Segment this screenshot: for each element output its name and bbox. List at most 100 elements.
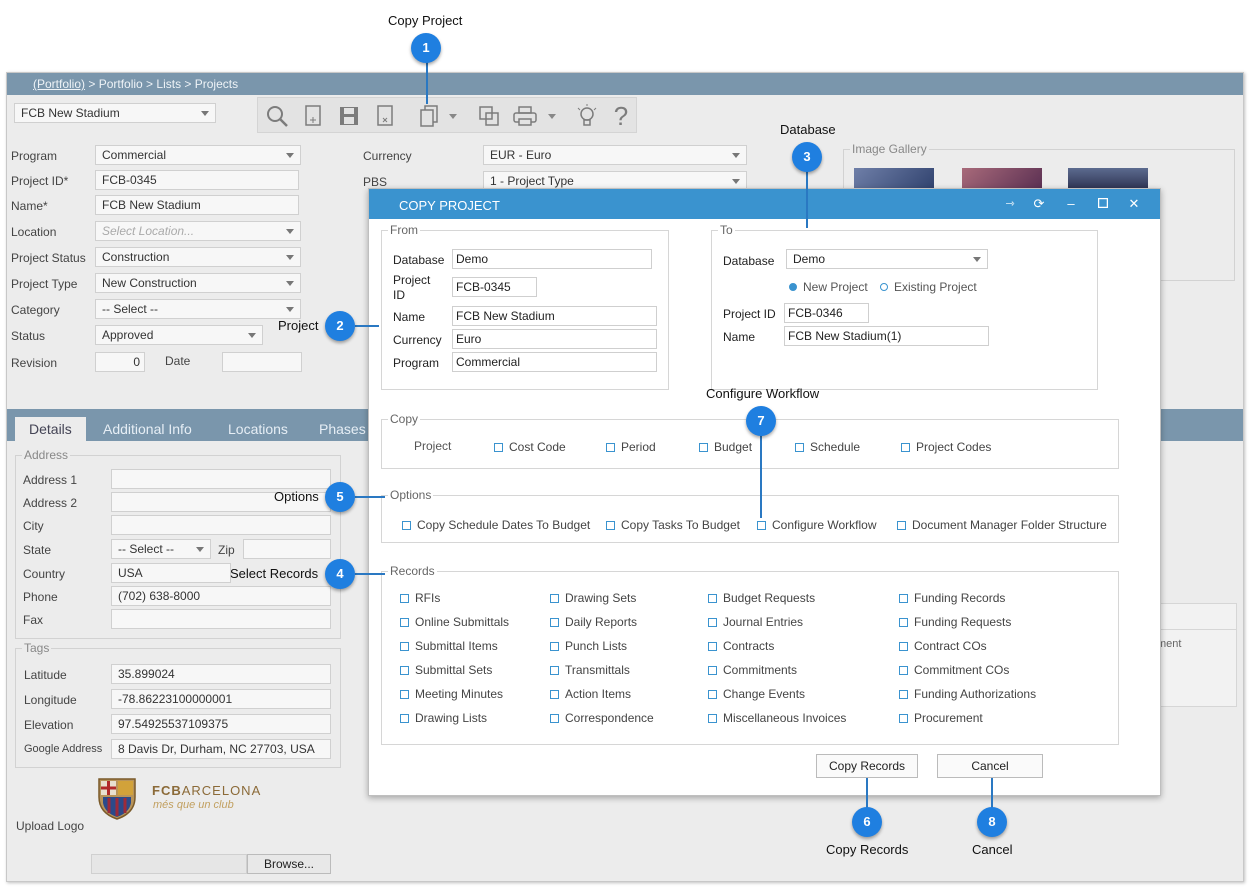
project-status-field[interactable]: Construction (95, 247, 301, 267)
project-status-label: Project Status (11, 251, 86, 265)
program-field[interactable]: Commercial (95, 145, 301, 165)
tab-additional-info[interactable]: Additional Info (89, 417, 206, 441)
address1-field[interactable] (111, 469, 331, 489)
record-checkbox[interactable]: Drawing Lists (400, 711, 487, 725)
record-checkbox[interactable]: Journal Entries (708, 615, 803, 629)
location-field[interactable]: Select Location... (95, 221, 301, 241)
tab-locations[interactable]: Locations (214, 417, 302, 441)
option-copy-tasks-checkbox[interactable]: Copy Tasks To Budget (606, 518, 740, 532)
option-configure-workflow-checkbox[interactable]: Configure Workflow (757, 518, 876, 532)
record-checkbox[interactable]: Commitment COs (899, 663, 1009, 677)
zip-field[interactable] (243, 539, 331, 559)
record-checkbox[interactable]: Funding Authorizations (899, 687, 1036, 701)
status-field[interactable]: Approved (95, 325, 263, 345)
record-checkbox[interactable]: Action Items (550, 687, 631, 701)
checkbox-icon (494, 443, 503, 452)
checkbox-icon (550, 594, 559, 603)
copy-period-checkbox[interactable]: Period (606, 440, 656, 454)
record-checkbox[interactable]: Contract COs (899, 639, 987, 653)
browse-button[interactable]: Browse... (247, 854, 331, 874)
state-field[interactable]: -- Select -- (111, 539, 211, 559)
latitude-field[interactable]: 35.899024 (111, 664, 331, 684)
copy-cost-code-checkbox[interactable]: Cost Code (494, 440, 566, 454)
record-checkbox[interactable]: Funding Requests (899, 615, 1011, 629)
currency-field[interactable]: EUR - Euro (483, 145, 747, 165)
record-checkbox[interactable]: Meeting Minutes (400, 687, 503, 701)
from-currency-label: Currency (393, 333, 442, 347)
save-icon[interactable] (336, 104, 362, 128)
close-icon[interactable]: ✕ (1125, 195, 1143, 213)
gallery-thumbnail-3[interactable] (1068, 168, 1148, 190)
copy-records-button[interactable]: Copy Records (816, 754, 918, 778)
from-program-field[interactable]: Commercial (452, 352, 657, 372)
record-checkbox[interactable]: Procurement (899, 711, 983, 725)
longitude-field[interactable]: -78.86223100000001 (111, 689, 331, 709)
record-checkbox[interactable]: Change Events (708, 687, 805, 701)
record-checkbox[interactable]: Commitments (708, 663, 797, 677)
elevation-field[interactable]: 97.54925537109375 (111, 714, 331, 734)
country-field[interactable]: USA (111, 563, 231, 583)
phone-field[interactable]: (702) 638-8000 (111, 586, 331, 606)
minimize-icon[interactable]: – (1062, 195, 1080, 213)
gallery-thumbnail-1[interactable] (854, 168, 934, 190)
copy-schedule-checkbox[interactable]: Schedule (795, 440, 860, 454)
from-database-field[interactable]: Demo (452, 249, 652, 269)
record-checkbox[interactable]: RFIs (400, 591, 440, 605)
fax-field[interactable] (111, 609, 331, 629)
record-checkbox[interactable]: Submittal Items (400, 639, 498, 653)
new-project-radio[interactable]: New Project (789, 280, 868, 294)
from-project-id-field[interactable]: FCB-0345 (452, 277, 537, 297)
copy-dropdown-caret[interactable] (449, 114, 457, 119)
date-field[interactable] (222, 352, 302, 372)
city-field[interactable] (111, 515, 331, 535)
record-checkbox[interactable]: Correspondence (550, 711, 654, 725)
record-checkbox[interactable]: Submittal Sets (400, 663, 492, 677)
link-documents-icon[interactable] (476, 104, 502, 128)
to-project-id-field[interactable]: FCB-0346 (784, 303, 869, 323)
revision-field[interactable]: 0 (95, 352, 145, 372)
from-name-field[interactable]: FCB New Stadium (452, 306, 657, 326)
cancel-button[interactable]: Cancel (937, 754, 1043, 778)
option-copy-schedule-dates-checkbox[interactable]: Copy Schedule Dates To Budget (402, 518, 590, 532)
to-name-field[interactable]: FCB New Stadium(1) (784, 326, 989, 346)
copy-budget-checkbox[interactable]: Budget (699, 440, 752, 454)
latitude-label: Latitude (24, 668, 67, 682)
lightbulb-icon[interactable] (574, 104, 600, 128)
copy-project-codes-checkbox[interactable]: Project Codes (901, 440, 991, 454)
existing-project-radio[interactable]: Existing Project (880, 280, 977, 294)
google-address-field[interactable]: 8 Davis Dr, Durham, NC 27703, USA (111, 739, 331, 759)
project-type-field[interactable]: New Construction (95, 273, 301, 293)
maximize-icon[interactable] (1094, 195, 1112, 213)
breadcrumb-portfolio-link[interactable]: (Portfolio) (33, 77, 85, 91)
record-checkbox[interactable]: Punch Lists (550, 639, 627, 653)
record-checkbox[interactable]: Miscellaneous Invoices (708, 711, 846, 725)
record-checkbox[interactable]: Contracts (708, 639, 774, 653)
pin-icon[interactable]: ⇾ (1001, 195, 1019, 213)
record-checkbox[interactable]: Funding Records (899, 591, 1005, 605)
new-document-icon[interactable] (300, 104, 326, 128)
refresh-icon[interactable]: ⟳ (1030, 195, 1048, 213)
print-dropdown-caret[interactable] (548, 114, 556, 119)
record-checkbox[interactable]: Online Submittals (400, 615, 509, 629)
tab-details[interactable]: Details (15, 417, 86, 441)
print-icon[interactable] (512, 104, 538, 128)
gallery-thumbnail-2[interactable] (962, 168, 1042, 190)
callout-7-badge: 7 (746, 406, 776, 436)
record-checkbox[interactable]: Drawing Sets (550, 591, 636, 605)
from-currency-field[interactable]: Euro (452, 329, 657, 349)
to-database-select[interactable]: Demo (786, 249, 988, 269)
copy-project-icon[interactable] (416, 104, 442, 128)
record-checkbox[interactable]: Transmittals (550, 663, 630, 677)
help-icon[interactable]: ? (608, 103, 634, 129)
record-checkbox[interactable]: Daily Reports (550, 615, 637, 629)
option-document-manager-checkbox[interactable]: Document Manager Folder Structure (897, 518, 1107, 532)
callout-2-line (355, 325, 379, 327)
name-field[interactable]: FCB New Stadium (95, 195, 299, 215)
record-checkbox[interactable]: Budget Requests (708, 591, 815, 605)
category-field[interactable]: -- Select -- (95, 299, 301, 319)
project-id-field[interactable]: FCB-0345 (95, 170, 299, 190)
delete-document-icon[interactable] (372, 104, 398, 128)
upload-path-field[interactable] (91, 854, 247, 874)
search-icon[interactable] (264, 104, 290, 128)
project-selector[interactable]: FCB New Stadium (14, 103, 216, 123)
